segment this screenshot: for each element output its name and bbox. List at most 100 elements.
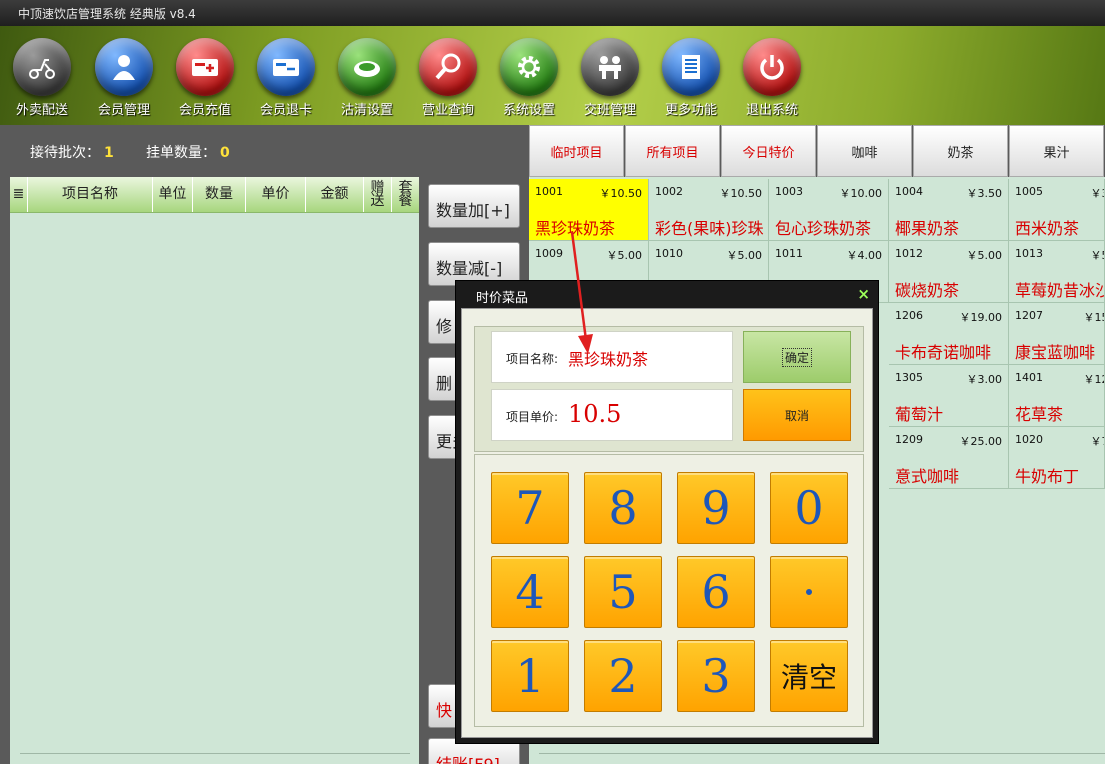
col-amount[interactable]: 金额 [306,177,364,212]
item-code: 1207 [1015,309,1043,322]
row-selector-icon[interactable]: ≣ [10,177,28,212]
cancel-button[interactable]: 取消 [743,389,851,441]
col-qty[interactable]: 数量 [193,177,246,212]
item-tile[interactable]: 1005 ￥3.00 西米奶茶 [1009,179,1105,241]
item-name: 碳烧奶茶 [895,281,960,300]
order-grid-header: ≣ 项目名称 单位 数量 单价 金额 赠送 套餐 [10,177,419,213]
tab-today-special[interactable]: 今日特价 [721,125,816,177]
member-recharge-button[interactable]: 会员充值 [167,38,243,120]
category-tabs: 临时项目 所有项目 今日特价 咖啡 奶茶 果汁 [529,125,1105,177]
item-name: 葡萄汁 [895,405,944,424]
item-name: 花草茶 [1015,405,1064,424]
dialog-form: 项目名称: 黑珍珠奶茶 项目单价: 10.5 确定 取消 [474,326,864,452]
key-6[interactable]: 6 [677,556,755,628]
item-tile[interactable]: 1206 ￥19.00 卡布奇诺咖啡 [889,303,1009,365]
key-5[interactable]: 5 [584,556,662,628]
item-code: 1010 [655,247,683,260]
item-price: ￥15.00 [1083,311,1105,324]
item-tile[interactable]: 1020 ￥7.50 牛奶布丁 [1009,427,1105,489]
toolbar-label: 沽清设置 [340,103,393,118]
item-code: 1009 [535,247,563,260]
item-price: ￥4.00 [846,249,883,262]
key-0[interactable]: 0 [770,472,848,544]
item-code: 1020 [1015,433,1043,446]
number-keypad: 7 8 9 0 4 5 6 · 1 2 3 清空 [474,454,864,727]
key-7[interactable]: 7 [491,472,569,544]
key-9[interactable]: 9 [677,472,755,544]
close-icon[interactable]: × [857,285,870,303]
item-tile[interactable]: 1003 ￥10.00 包心珍珠奶茶 [769,179,889,241]
item-price-field[interactable]: 项目单价: 10.5 [491,389,733,441]
annotation-arrow-icon [570,231,593,354]
qty-plus-button[interactable]: 数量加[+] [428,184,520,228]
item-name: 西米奶茶 [1015,219,1080,238]
hold-value: 0 [220,145,230,161]
item-price: ￥5.00 [726,249,763,262]
col-item-name[interactable]: 项目名称 [28,177,153,212]
delivery-button[interactable]: 外卖配送 [4,38,80,120]
item-name-label: 项目名称: [506,352,559,366]
more-functions-button[interactable]: 更多功能 [653,38,729,120]
item-tile[interactable]: 1004 ￥3.50 椰果奶茶 [889,179,1009,241]
col-combo[interactable]: 套餐 [392,177,419,212]
user-icon [95,38,153,96]
item-tile[interactable]: 1401 ￥12.00 花草茶 [1009,365,1105,427]
sold-out-setting-button[interactable]: 沽清设置 [329,38,405,120]
key-1[interactable]: 1 [491,640,569,712]
toolbar-label: 外卖配送 [15,103,68,118]
dialog-body: 项目名称: 黑珍珠奶茶 项目单价: 10.5 确定 取消 7 8 9 0 4 5… [461,308,873,738]
batch-value: 1 [104,145,114,161]
order-panel: 接待批次： 1 挂单数量： 0 ≣ 项目名称 单位 数量 单价 金额 赠送 套餐 [10,125,419,764]
toolbar-label: 系统设置 [502,103,555,118]
magnifier-icon [419,38,477,96]
item-tile[interactable]: 1013 ￥5.00 草莓奶昔冰沙 [1009,241,1105,303]
item-tile[interactable]: 1012 ￥5.00 碳烧奶茶 [889,241,1009,303]
member-refund-button[interactable]: 会员退卡 [248,38,324,120]
tab-all-items[interactable]: 所有项目 [625,125,720,177]
item-name: 牛奶布丁 [1015,467,1080,486]
col-gift[interactable]: 赠送 [364,177,392,212]
confirm-button[interactable]: 确定 [743,331,851,383]
item-tile[interactable]: 1305 ￥3.00 葡萄汁 [889,365,1009,427]
item-tile[interactable]: 1207 ￥15.00 康宝蓝咖啡 [1009,303,1105,365]
item-price: ￥12.00 [1083,373,1105,386]
item-code: 1401 [1015,371,1043,384]
batch-label: 接待批次： [30,145,100,161]
exit-system-button[interactable]: 退出系统 [734,38,810,120]
item-tile[interactable]: 1002 ￥10.50 彩色(果味)珍珠 [649,179,769,241]
tab-milk-tea[interactable]: 奶茶 [913,125,1008,177]
key-2[interactable]: 2 [584,640,662,712]
business-query-button[interactable]: 营业查询 [410,38,486,120]
shift-manage-button[interactable]: 交班管理 [572,38,648,120]
toolbar-label: 会员退卡 [259,103,312,118]
col-unit-price[interactable]: 单价 [246,177,306,212]
key-4[interactable]: 4 [491,556,569,628]
col-unit[interactable]: 单位 [153,177,193,212]
item-tile[interactable]: 1209 ￥25.00 意式咖啡 [889,427,1009,489]
member-manage-button[interactable]: 会员管理 [86,38,162,120]
system-setting-button[interactable]: 系统设置 [491,38,567,120]
item-price: ￥19.00 [959,311,1003,324]
tab-juice[interactable]: 果汁 [1009,125,1104,177]
tab-temp-items[interactable]: 临时项目 [529,125,624,177]
toolbar-label: 退出系统 [745,103,798,118]
tab-coffee[interactable]: 咖啡 [817,125,912,177]
key-clear[interactable]: 清空 [770,640,848,712]
item-price: ￥3.00 [966,373,1003,386]
item-code: 1209 [895,433,923,446]
item-price: ￥10.50 [719,187,763,200]
item-price: ￥7.50 [1090,435,1105,448]
toolbar-label: 更多功能 [664,103,717,118]
item-price: ￥3.00 [1090,187,1105,200]
item-code: 1001 [535,185,563,198]
item-name: 康宝蓝咖啡 [1015,343,1096,362]
item-name-field[interactable]: 项目名称: 黑珍珠奶茶 [491,331,733,383]
item-price-label: 项目单价: [506,410,559,424]
toolbar-label: 交班管理 [583,103,636,118]
batch-count: 接待批次： 1 [30,142,114,162]
key-8[interactable]: 8 [584,472,662,544]
scooter-icon [13,38,71,96]
key-3[interactable]: 3 [677,640,755,712]
item-price: ￥5.00 [1090,249,1105,262]
key-dot[interactable]: · [770,556,848,628]
